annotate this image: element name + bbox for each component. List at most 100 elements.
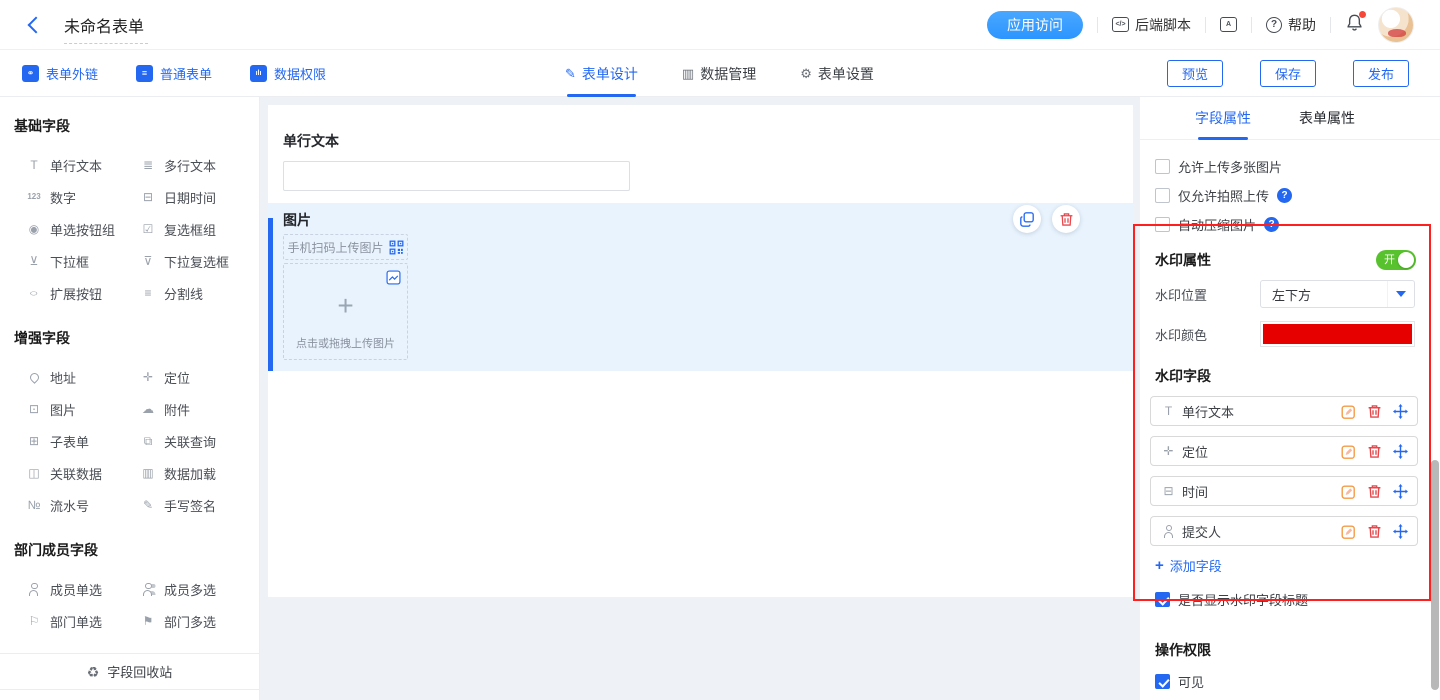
permissions-options: 可见 可编辑 (1140, 660, 1440, 700)
watermark-toggle-on[interactable]: 开 (1376, 250, 1416, 270)
watermark-field-row-locate[interactable]: ✛ 定位 (1150, 436, 1418, 466)
field-recycle-bin[interactable]: ♻ 字段回收站 (0, 653, 259, 690)
sidebar-item-number[interactable]: 123数字 (26, 181, 140, 213)
sidebar-item-checkbox-group[interactable]: ☑复选框组 (140, 213, 245, 245)
sidebar-item-relation-query[interactable]: ⧉关联查询 (140, 425, 245, 457)
delete-field-button[interactable] (1052, 205, 1080, 233)
trash-icon[interactable] (1367, 484, 1382, 499)
form-title-wrap[interactable]: 未命名表单 (64, 13, 144, 37)
help-button[interactable]: ? 帮助 (1266, 15, 1316, 35)
page-title[interactable]: 未命名表单 (64, 19, 144, 36)
sidebar-item-select[interactable]: ⊻下拉框 (26, 245, 140, 277)
watermark-color-picker[interactable] (1260, 321, 1415, 347)
option-multi-image[interactable]: 允许上传多张图片 (1155, 152, 1425, 181)
header-right: 应用访问 </> 后端脚本 A ? 帮助 (987, 7, 1440, 43)
watermark-field-row-single-line-text[interactable]: T 单行文本 (1150, 396, 1418, 426)
sidebar-item-signature[interactable]: ✎手写签名 (140, 489, 245, 521)
user-avatar[interactable] (1378, 7, 1414, 43)
member-multi-icon (140, 583, 156, 596)
preview-button[interactable]: 预览 (1167, 60, 1223, 87)
sidebar-item-extend-button[interactable]: ○扩展按钮 (26, 277, 140, 309)
tab-data-manage[interactable]: ▥ 数据管理 (682, 50, 756, 97)
checkbox-unchecked[interactable] (1155, 188, 1170, 203)
sidebar-item-locate[interactable]: ✛定位 (140, 361, 245, 393)
qr-upload-box[interactable]: 手机扫码上传图片 (283, 234, 408, 260)
option-editable[interactable]: 可编辑 (1155, 695, 1425, 700)
watermark-field-row-time[interactable]: ⊟ 时间 (1150, 476, 1418, 506)
move-icon[interactable] (1393, 484, 1408, 499)
option-show-watermark-field-title[interactable]: 是否显示水印字段标题 (1155, 585, 1425, 614)
option-visible[interactable]: 可见 (1155, 668, 1425, 695)
publish-button[interactable]: 发布 (1353, 60, 1409, 87)
move-icon[interactable] (1393, 524, 1408, 539)
trash-icon[interactable] (1367, 444, 1382, 459)
panel-scrollbar-thumb[interactable] (1431, 460, 1439, 690)
image-options: 允许上传多张图片 仅允许拍照上传 ? 自动压缩图片 ? (1140, 140, 1440, 239)
edit-icon[interactable] (1341, 524, 1356, 539)
sidebar-item-single-line-text[interactable]: T单行文本 (26, 149, 140, 181)
dept-single-icon: ⚐ (26, 615, 42, 627)
sidebar-item-multi-line-text[interactable]: ≣多行文本 (140, 149, 245, 181)
backend-script-button[interactable]: </> 后端脚本 (1112, 15, 1191, 35)
help-icon[interactable]: ? (1264, 217, 1279, 232)
translate-button[interactable]: A (1220, 17, 1237, 32)
divider (1097, 17, 1098, 33)
sidebar-item-multi-select[interactable]: ⊽下拉复选框 (140, 245, 245, 277)
plain-form-item[interactable]: ≡ 普通表单 (136, 64, 212, 83)
add-watermark-field-button[interactable]: + 添加字段 (1155, 556, 1425, 575)
sidebar-item-radio-group[interactable]: ◉单选按钮组 (26, 213, 140, 245)
sidebar-item-subform[interactable]: ⊞子表单 (26, 425, 140, 457)
tab-field-properties[interactable]: 字段属性 (1195, 97, 1251, 140)
notification-bell-button[interactable] (1345, 13, 1364, 37)
trash-icon[interactable] (1367, 524, 1382, 539)
watermark-position-select[interactable]: 左下方 (1260, 280, 1415, 308)
sidebar-item-divider-line[interactable]: ≡分割线 (140, 277, 245, 309)
sidebar-item-member-multi[interactable]: 成员多选 (140, 573, 245, 605)
edit-icon[interactable] (1341, 484, 1356, 499)
copy-field-button[interactable] (1013, 205, 1041, 233)
sidebar-item-relation-data[interactable]: ◫关联数据 (26, 457, 140, 489)
number-icon: 123 (26, 193, 42, 201)
tab-form-properties[interactable]: 表单属性 (1299, 97, 1355, 140)
save-button[interactable]: 保存 (1260, 60, 1316, 87)
sidebar-item-dept-multi[interactable]: ⚑部门多选 (140, 605, 245, 637)
help-icon[interactable]: ? (1277, 188, 1292, 203)
option-auto-compress[interactable]: 自动压缩图片 ? (1155, 210, 1425, 239)
tab-form-settings[interactable]: ⚙ 表单设置 (800, 50, 874, 97)
checkbox-checked[interactable] (1155, 674, 1170, 689)
checkbox-unchecked[interactable] (1155, 217, 1170, 232)
sidebar-item-datetime[interactable]: ⊟日期时间 (140, 181, 245, 213)
sidebar-item-dept-single[interactable]: ⚐部门单选 (26, 605, 140, 637)
sidebar-item-address[interactable]: 地址 (26, 361, 140, 393)
sidebar-item-data-load[interactable]: ▥数据加载 (140, 457, 245, 489)
back-icon[interactable] (28, 16, 45, 33)
canvas-field-image-selected[interactable]: 图片 手机扫码上传图片 + 点击或拖拽上传图片 (268, 203, 1133, 371)
form-canvas[interactable]: 单行文本 图片 手机扫码上传图片 + 点击或拖拽上传图片 (268, 105, 1133, 597)
toolbar: ⚭ 表单外链 ≡ 普通表单 ılı 数据权限 ✎ 表单设计 ▥ 数据管理 ⚙ (0, 50, 1440, 97)
toolbar-actions: 预览 保存 发布 (1167, 50, 1409, 97)
sidebar-item-serial-number[interactable]: №流水号 (26, 489, 140, 521)
move-icon[interactable] (1393, 444, 1408, 459)
canvas-field-single-line-text[interactable]: 单行文本 (283, 131, 630, 191)
edit-icon[interactable] (1341, 444, 1356, 459)
single-line-text-input[interactable] (283, 161, 630, 191)
trash-icon[interactable] (1367, 404, 1382, 419)
checkbox-checked[interactable] (1155, 592, 1170, 607)
sidebar-item-member-single[interactable]: 成员单选 (26, 573, 140, 605)
edit-icon[interactable] (1341, 404, 1356, 419)
move-icon[interactable] (1393, 404, 1408, 419)
sidebar-item-image[interactable]: ⊡图片 (26, 393, 140, 425)
external-link-item[interactable]: ⚭ 表单外链 (22, 64, 98, 83)
watermark-field-row-submitter[interactable]: 提交人 (1150, 516, 1418, 546)
watermark-fields-title: 水印字段 (1155, 366, 1425, 386)
checkbox-unchecked[interactable] (1155, 159, 1170, 174)
app-access-button[interactable]: 应用访问 (987, 11, 1083, 39)
single-line-text-icon: T (1161, 404, 1176, 418)
option-camera-only[interactable]: 仅允许拍照上传 ? (1155, 181, 1425, 210)
image-upload-dropzone[interactable]: + 点击或拖拽上传图片 (283, 263, 408, 360)
dept-multi-icon: ⚑ (140, 615, 156, 627)
tab-form-design[interactable]: ✎ 表单设计 (565, 50, 638, 97)
data-permission-item[interactable]: ılı 数据权限 (250, 64, 326, 83)
field-label: 图片 (283, 210, 311, 230)
sidebar-item-attachment[interactable]: ☁附件 (140, 393, 245, 425)
